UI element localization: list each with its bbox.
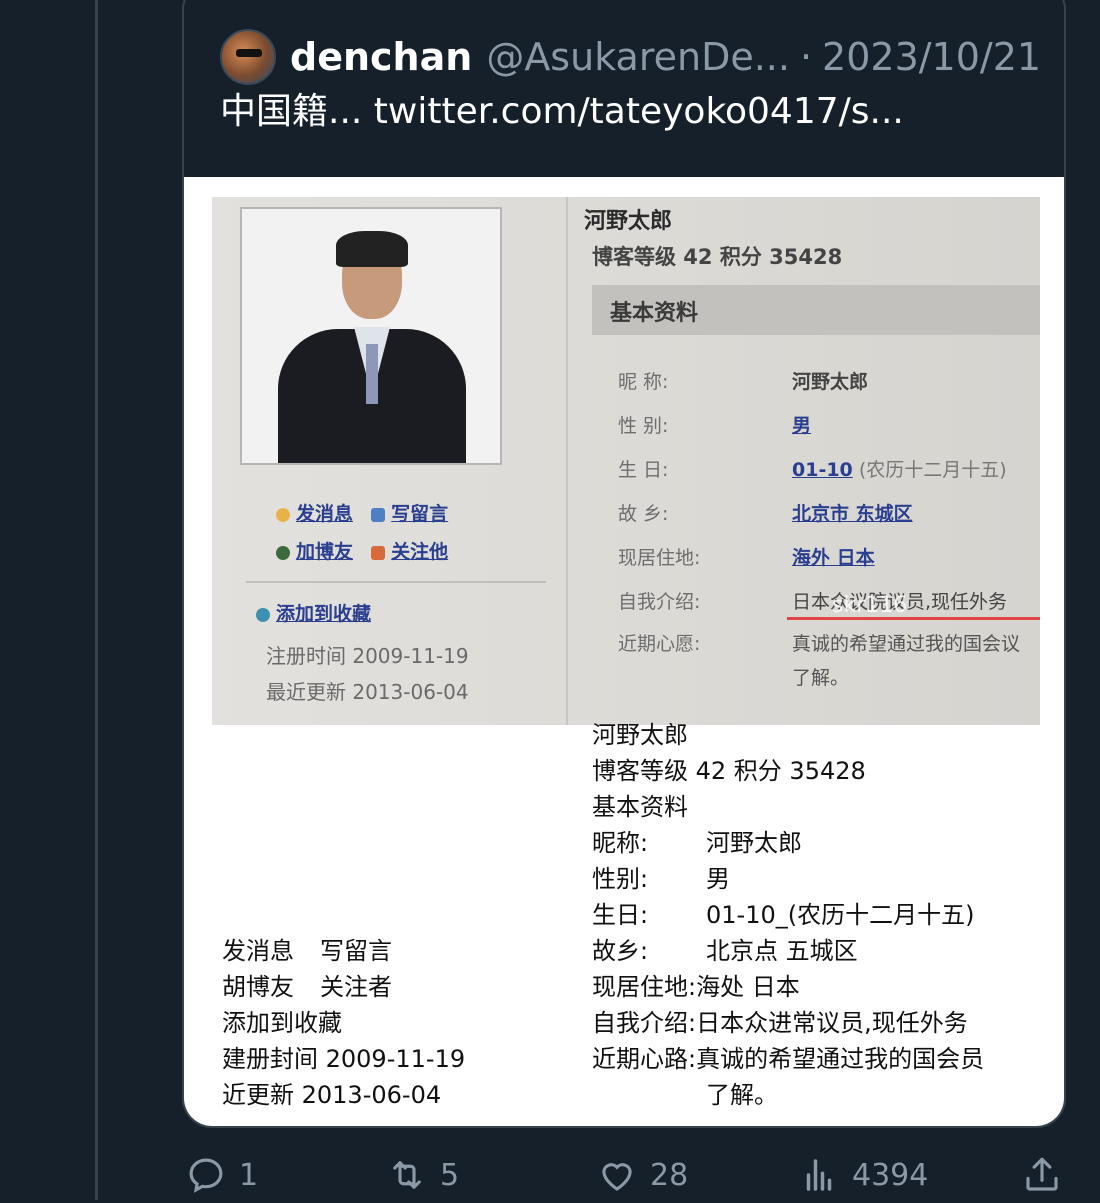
- views-button[interactable]: 4394: [798, 1154, 928, 1196]
- transcript-key: 生日:: [592, 901, 649, 929]
- photo-field-label: 近期心愿:: [618, 633, 701, 655]
- transcript-left-item: 关注者: [320, 973, 392, 1001]
- tweet-date[interactable]: 2023/10/21: [822, 35, 1041, 79]
- display-name[interactable]: denchan: [290, 35, 472, 79]
- photo-registered: 注册时间 2009-11-19: [266, 644, 469, 668]
- tweet-actions: 1 5 28 4394: [183, 1147, 1063, 1203]
- transcript-left-item: 近更新 2013-06-04: [222, 1081, 442, 1109]
- reply-count: 1: [239, 1157, 259, 1193]
- photo-level: 博客等级 42 积分 35428: [592, 245, 843, 269]
- photo-field-value: 男: [792, 415, 812, 437]
- photo-field-extra: (农历十二月十五): [858, 459, 1007, 481]
- transcript-key: 故乡:: [592, 937, 649, 965]
- transcript-level: 博客等级 42 积分 35428: [592, 757, 866, 785]
- message-icon: [276, 507, 290, 522]
- like-button[interactable]: 28: [596, 1154, 688, 1196]
- photo-name: 河野太郎: [584, 209, 673, 234]
- portrait-image: [240, 207, 502, 465]
- photo-updated: 最近更新 2013-06-04: [266, 680, 469, 704]
- transcript-value: 北京点 五城区: [706, 937, 858, 965]
- photo-link-add-friend: 加博友: [296, 541, 354, 563]
- profile-photo-screenshot: 发消息 写留言 加博友 关注他 添加到收藏 注册时间 2009-11-19 最近…: [212, 197, 1040, 725]
- share-button[interactable]: [1021, 1154, 1075, 1196]
- transcript-left-item: 胡博友: [222, 973, 294, 1001]
- transcript-left: 发消息 写留言 胡博友 关注者 添加到收藏 建册封间 2009-11-19 近更新 …: [222, 933, 465, 1113]
- friend-icon: [276, 545, 290, 560]
- follow-icon: [371, 545, 386, 560]
- transcript-value: 河野太郎: [706, 829, 802, 857]
- user-handle[interactable]: @AsukarenDe...: [486, 35, 790, 79]
- transcript-key: 自我介绍:: [592, 1009, 697, 1037]
- avatar[interactable]: [220, 29, 276, 85]
- transcript-name: 河野太郎: [592, 721, 688, 749]
- transcript-tail: 了解。: [706, 1081, 778, 1109]
- transcript-value: 男: [706, 865, 730, 893]
- transcript-key: 近期心路:: [592, 1045, 697, 1073]
- photo-field-value: 了解。: [792, 667, 850, 689]
- photo-field-value: 北京市 东城区: [792, 503, 913, 525]
- like-count: 28: [650, 1157, 689, 1193]
- analytics-icon: [806, 1159, 832, 1191]
- photo-field-value: 海外 日本: [792, 547, 875, 569]
- photo-field-label: 现居住地:: [618, 547, 701, 569]
- photo-link-comment: 写留言: [391, 503, 449, 525]
- photo-field-label: 性 别:: [618, 415, 669, 437]
- retweet-icon: [393, 1161, 421, 1189]
- transcript-left-item: 发消息: [222, 937, 294, 965]
- photo-field-value: 01-10: [792, 459, 853, 481]
- transcript-key: 昵称:: [592, 829, 649, 857]
- quoted-tweet-header: denchan @AsukarenDe... · 2023/10/21: [220, 24, 1041, 90]
- tweet-image[interactable]: 发消息 写留言 加博友 关注他 添加到收藏 注册时间 2009-11-19 最近…: [184, 177, 1064, 1126]
- photo-link-follow: 关注他: [391, 541, 449, 563]
- retweet-button[interactable]: 5: [386, 1154, 459, 1196]
- transcript-left-item: 写留言: [320, 937, 392, 965]
- heart-icon: [602, 1163, 632, 1191]
- transcript-right: 河野太郎 博客等级 42 积分 35428 基本资料 昵称: 河野太郎 性别: 男 …: [592, 717, 984, 1113]
- quoted-tweet-text[interactable]: 中国籍... twitter.com/tateyoko0417/s...: [220, 82, 904, 134]
- view-count: 4394: [852, 1157, 929, 1193]
- transcript-left-item: 添加到收藏: [222, 1009, 342, 1037]
- thread-line: [95, 0, 98, 1200]
- globe-icon: [256, 607, 270, 622]
- transcript-left-item: 建册封间 2009-11-19: [222, 1045, 466, 1073]
- transcript-value: 真诚的希望通过我的国会员: [696, 1045, 985, 1073]
- photo-field-label: 昵 称:: [618, 371, 669, 393]
- photo-field-value: 真诚的希望通过我的国会议: [792, 633, 1021, 655]
- photo-section: 基本资料: [610, 301, 699, 326]
- transcript-section: 基本资料: [592, 793, 688, 821]
- photo-link-message: 发消息: [296, 503, 354, 525]
- reply-button[interactable]: 1: [185, 1154, 258, 1196]
- photo-field-label: 故 乡:: [618, 503, 669, 525]
- transcript-value: 海处 日本: [696, 973, 800, 1001]
- note-icon: [371, 507, 386, 522]
- watermark: skr116: [832, 593, 908, 618]
- photo-link-favorite: 添加到收藏: [276, 603, 372, 625]
- quoted-tweet-card[interactable]: denchan @AsukarenDe... · 2023/10/21 中国籍.…: [182, 0, 1066, 1128]
- photo-field-value: 河野太郎: [792, 371, 869, 393]
- transcript-key: 性别:: [592, 865, 649, 893]
- transcript-key: 现居住地:: [592, 973, 697, 1001]
- photo-field-label: 自我介绍:: [618, 591, 701, 613]
- retweet-count: 5: [440, 1157, 460, 1193]
- reply-icon: [189, 1158, 223, 1193]
- photo-field-label: 生 日:: [618, 459, 669, 481]
- transcript-value: 日本众进常议员,现任外务: [696, 1009, 968, 1037]
- separator-dot: ·: [799, 35, 813, 79]
- transcript-value: 01-10_(农历十二月十五): [706, 901, 975, 929]
- share-icon: [1026, 1157, 1058, 1191]
